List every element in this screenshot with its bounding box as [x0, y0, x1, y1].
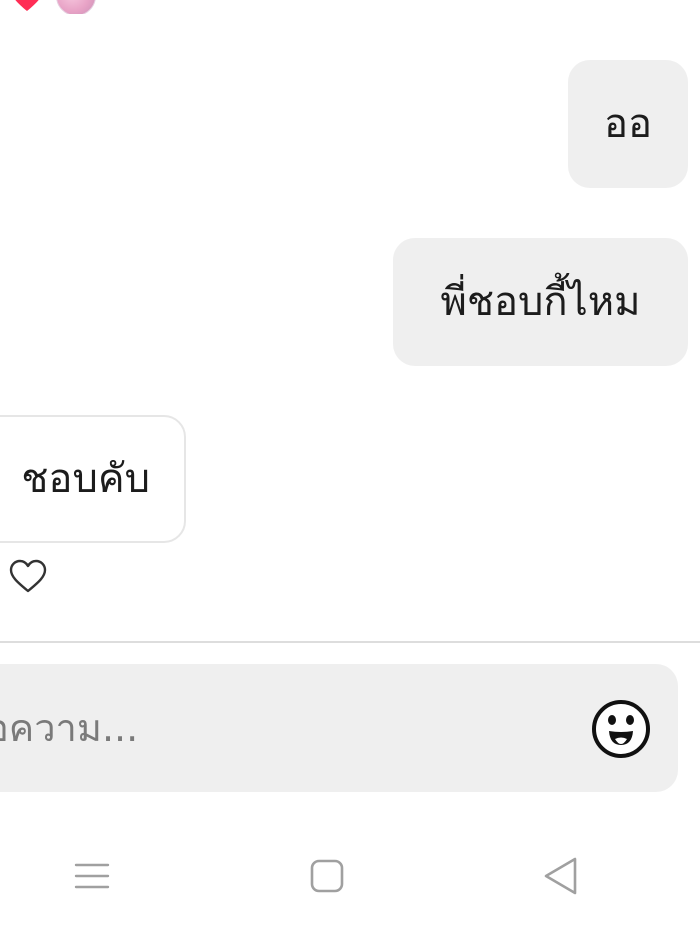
message-input[interactable]: [0, 694, 530, 762]
menu-icon: [74, 863, 110, 889]
avatar[interactable]: [56, 0, 96, 14]
nav-menu-button[interactable]: [62, 850, 122, 902]
message-text: ออ: [603, 101, 653, 147]
outgoing-message[interactable]: พี่ชอบกี้ไหม: [393, 238, 688, 366]
outgoing-message[interactable]: ออ: [568, 60, 688, 188]
nav-home-button[interactable]: [297, 850, 357, 902]
message-reactions: [0, 0, 120, 14]
message-text: ชอบคับ: [21, 456, 150, 502]
chat-screen: ออ พี่ชอบกี้ไหม ชอบคับ: [0, 0, 700, 935]
message-composer: [0, 664, 678, 792]
message-text: พี่ชอบกี้ไหม: [440, 279, 641, 325]
divider: [0, 641, 700, 643]
back-icon: [544, 857, 577, 895]
incoming-message[interactable]: ชอบคับ: [0, 415, 186, 543]
home-icon: [310, 859, 344, 893]
emoji-icon[interactable]: [590, 698, 652, 760]
heart-icon: [15, 0, 39, 11]
nav-back-button[interactable]: [530, 850, 590, 902]
heart-outline-icon[interactable]: [8, 558, 48, 594]
